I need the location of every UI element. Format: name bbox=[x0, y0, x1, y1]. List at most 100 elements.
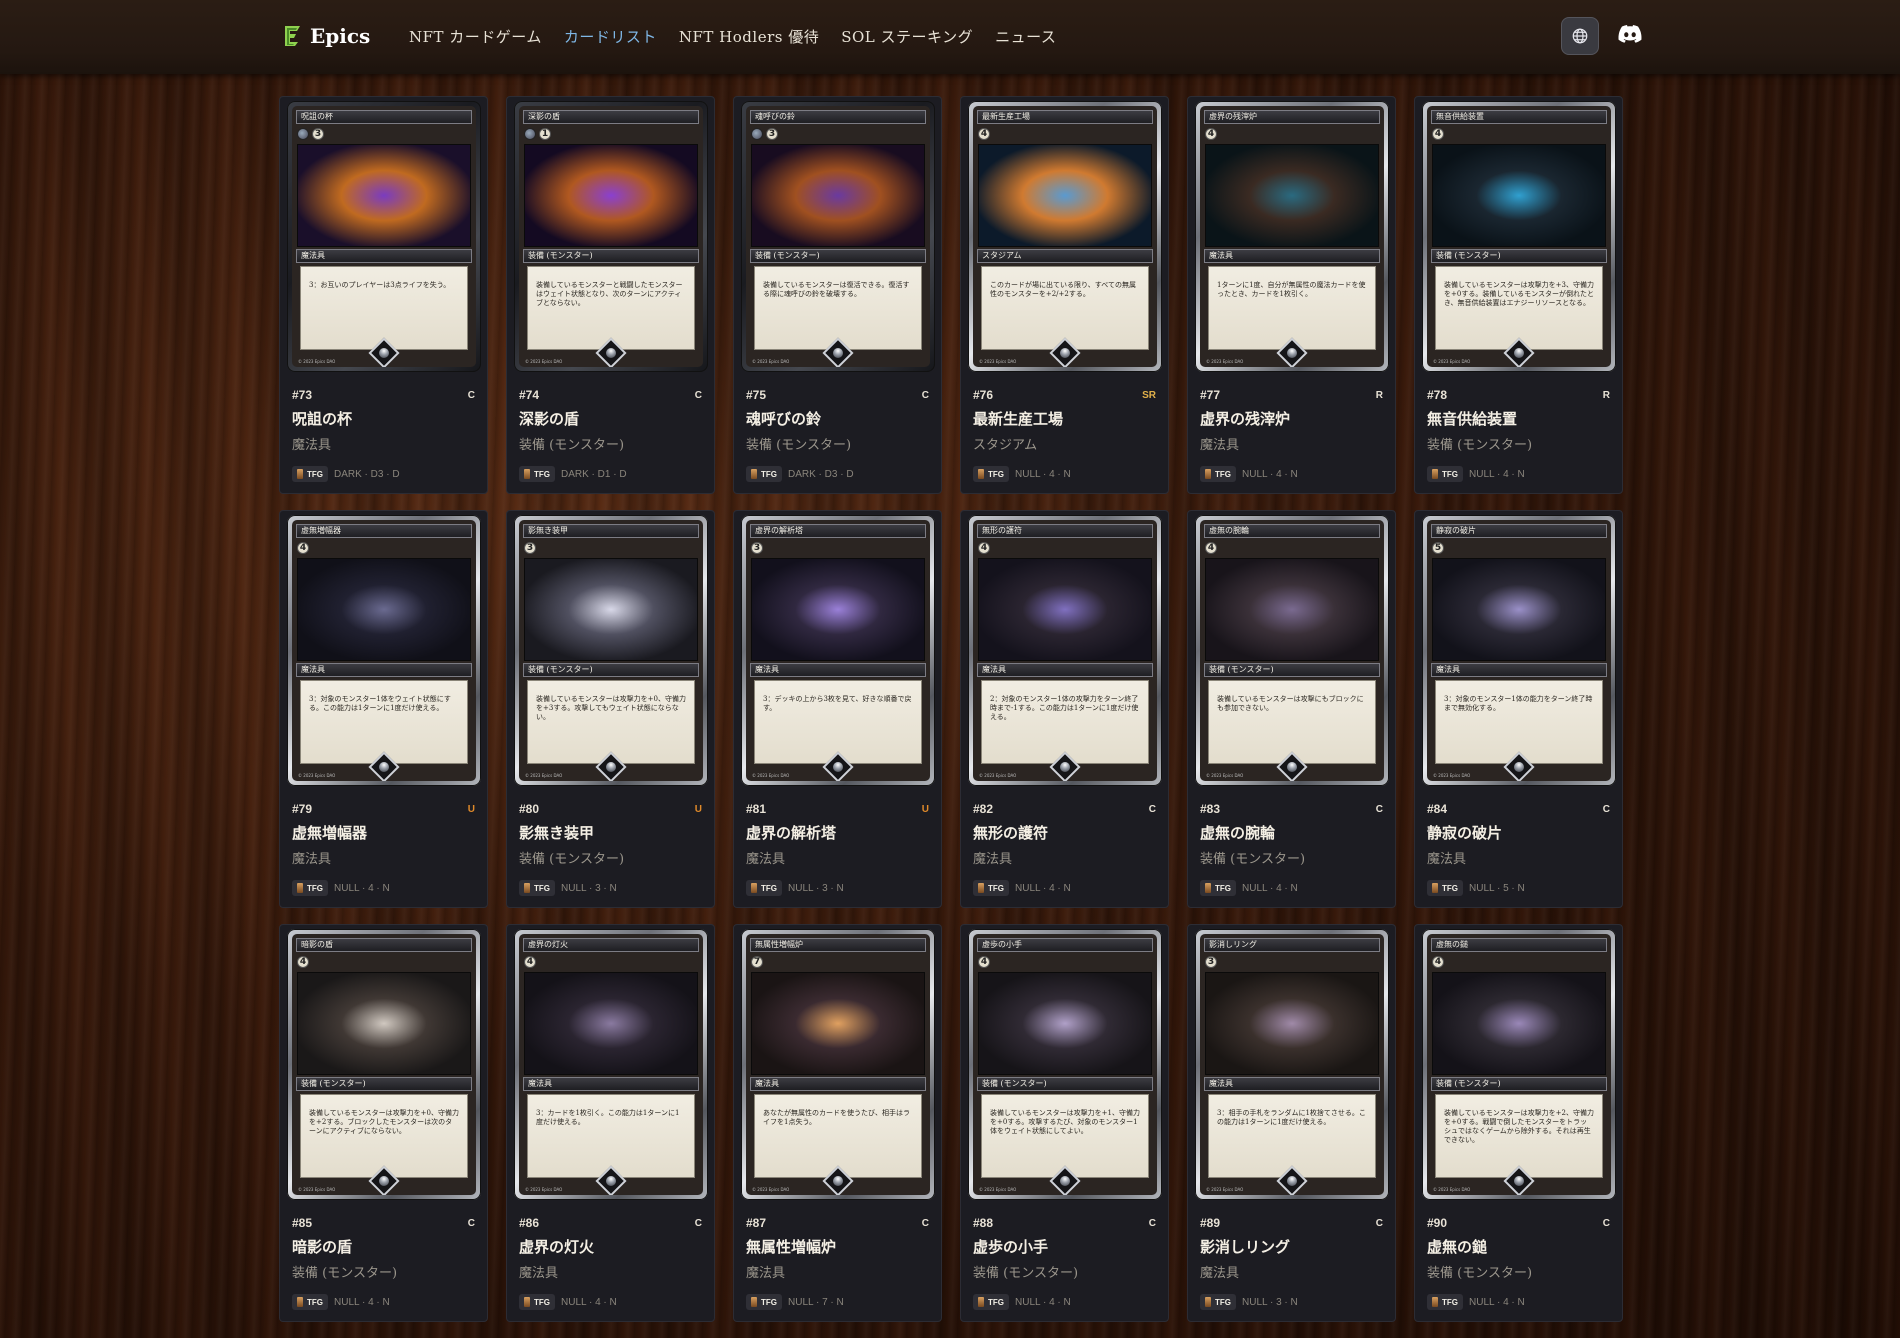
card-name[interactable]: 無形の護符 bbox=[973, 822, 1156, 843]
card-name[interactable]: 虚無増幅器 bbox=[292, 822, 475, 843]
card-number: #86 bbox=[519, 1216, 540, 1230]
card-image[interactable]: 虚歩の小手 4 装備 (モンスター) 装備しているモンスターは攻撃力を+1、守備力を+… bbox=[968, 929, 1162, 1200]
card-tile[interactable]: 呪詛の杯 3 魔法具 3：お互いのプレイヤーは3点ライフを失う。 © 2023 Epic… bbox=[279, 96, 488, 494]
card-type-bar: 魔法具 bbox=[1431, 663, 1607, 677]
card-tile[interactable]: 虚歩の小手 4 装備 (モンスター) 装備しているモンスターは攻撃力を+1、守備力を+… bbox=[960, 924, 1169, 1322]
set-icon bbox=[1432, 1297, 1438, 1307]
card-name[interactable]: 影消しリング bbox=[1200, 1236, 1383, 1257]
card-tile[interactable]: 影消しリング 3 魔法具 3：相手の手札をランダムに1枚捨てさせる。この能力は1ターン… bbox=[1187, 924, 1396, 1322]
card-image[interactable]: 虚界の灯火 4 魔法具 3：カードを1枚引く。この能力は1ターンに1度だけ使える。 © … bbox=[514, 929, 708, 1200]
card-attributes: NULL · 4 · N bbox=[1015, 882, 1071, 894]
card-name[interactable]: 無属性増幅炉 bbox=[746, 1236, 929, 1257]
nav-nft-card-game[interactable]: NFT カードゲーム bbox=[409, 26, 542, 47]
set-badge: TFG bbox=[746, 466, 782, 482]
set-badge: TFG bbox=[1200, 1294, 1236, 1310]
card-name[interactable]: 虚無の鎚 bbox=[1427, 1236, 1610, 1257]
card-image[interactable]: 影消しリング 3 魔法具 3：相手の手札をランダムに1枚捨てさせる。この能力は1ターン… bbox=[1195, 929, 1389, 1200]
card-image[interactable]: 無形の護符 4 魔法具 2：対象のモンスター1体の攻撃力をターン終了時まで-1する。こ… bbox=[968, 515, 1162, 786]
card-cost: 4 bbox=[297, 955, 309, 968]
card-artwork bbox=[297, 144, 471, 247]
card-name[interactable]: 虚界の解析塔 bbox=[746, 822, 929, 843]
card-footer-text: © 2023 Epics DAO bbox=[752, 1187, 790, 1192]
card-type: 装備 (モンスター) bbox=[1200, 852, 1306, 867]
card-image[interactable]: 虚無の鎚 4 装備 (モンスター) 装備しているモンスターは攻撃力を+2、守備力を+0… bbox=[1422, 929, 1616, 1200]
card-name[interactable]: 最新生産工場 bbox=[973, 408, 1156, 429]
card-face: 影消しリング 3 魔法具 3：相手の手札をランダムに1枚捨てさせる。この能力は1ターン… bbox=[1200, 934, 1384, 1195]
rarity-badge: C bbox=[1375, 803, 1383, 815]
rarity-badge: SR bbox=[1142, 389, 1156, 401]
card-number: #76 bbox=[973, 388, 994, 402]
card-attributes: DARK · D3 · D bbox=[334, 468, 400, 480]
card-tile[interactable]: 深影の盾 1 装備 (モンスター) 装備しているモンスターと戦闘したモンスターはウェイ… bbox=[506, 96, 715, 494]
card-tile[interactable]: 虚無の鎚 4 装備 (モンスター) 装備しているモンスターは攻撃力を+2、守備力を+0… bbox=[1414, 924, 1623, 1322]
card-name[interactable]: 暗影の盾 bbox=[292, 1236, 475, 1257]
card-type-bar: 魔法具 bbox=[750, 1077, 926, 1091]
card-title-bar: 暗影の盾 bbox=[296, 938, 472, 952]
card-name[interactable]: 影無き装甲 bbox=[519, 822, 702, 843]
set-badge: TFG bbox=[519, 880, 555, 896]
card-name[interactable]: 呪詛の杯 bbox=[292, 408, 475, 429]
card-artwork bbox=[978, 558, 1152, 661]
card-tile[interactable]: 影無き装甲 3 装備 (モンスター) 装備しているモンスターは攻撃力を+0、守備力を+… bbox=[506, 510, 715, 908]
set-icon bbox=[1432, 883, 1438, 893]
card-name[interactable]: 魂呼びの鈴 bbox=[746, 408, 929, 429]
card-image[interactable]: 虚界の解析塔 3 魔法具 3：デッキの上から3枚を見て、好きな順番で戻す。 © 2023… bbox=[741, 515, 935, 786]
card-tile[interactable]: 無属性増幅炉 7 魔法具 あなたが無属性のカードを使うたび、相手はライフを1点失う。 ©… bbox=[733, 924, 942, 1322]
nav-news[interactable]: ニュース bbox=[995, 26, 1056, 47]
set-badge: TFG bbox=[973, 466, 1009, 482]
card-tile[interactable]: 静寂の破片 5 魔法具 3：対象のモンスター1体の能力をターン終了時まで無効化する。 ©… bbox=[1414, 510, 1623, 908]
card-attributes: NULL · 3 · N bbox=[1242, 1296, 1298, 1308]
card-number: #85 bbox=[292, 1216, 313, 1230]
set-label: TFG bbox=[1215, 883, 1231, 893]
card-image[interactable]: 虚無の腕輪 4 装備 (モンスター) 装備しているモンスターは攻撃にもブロックにも参加… bbox=[1195, 515, 1389, 786]
card-image[interactable]: 魂呼びの鈴 3 装備 (モンスター) 装備しているモンスターは復活できる。復活する際に… bbox=[741, 101, 935, 372]
card-artwork bbox=[1205, 972, 1379, 1075]
set-icon bbox=[1432, 469, 1438, 479]
card-name[interactable]: 虚無の腕輪 bbox=[1200, 822, 1383, 843]
card-meta: #85 C 暗影の盾 装備 (モンスター) TFG NULL · 4 · N bbox=[292, 1216, 475, 1310]
card-image[interactable]: 無属性増幅炉 7 魔法具 あなたが無属性のカードを使うたび、相手はライフを1点失う。 ©… bbox=[741, 929, 935, 1200]
card-image[interactable]: 虚界の残滓炉 4 魔法具 1ターンに1度、自分が無属性の魔法カードを使ったとき、カード… bbox=[1195, 101, 1389, 372]
card-name[interactable]: 無音供給装置 bbox=[1427, 408, 1610, 429]
card-image[interactable]: 影無き装甲 3 装備 (モンスター) 装備しているモンスターは攻撃力を+0、守備力を+… bbox=[514, 515, 708, 786]
card-name[interactable]: 虚界の残滓炉 bbox=[1200, 408, 1383, 429]
card-tile[interactable]: 虚界の残滓炉 4 魔法具 1ターンに1度、自分が無属性の魔法カードを使ったとき、カード… bbox=[1187, 96, 1396, 494]
card-image[interactable]: 静寂の破片 5 魔法具 3：対象のモンスター1体の能力をターン終了時まで無効化する。 ©… bbox=[1422, 515, 1616, 786]
card-meta: #86 C 虚界の灯火 魔法具 TFG NULL · 4 · N bbox=[519, 1216, 702, 1310]
card-meta: #82 C 無形の護符 魔法具 TFG NULL · 4 · N bbox=[973, 802, 1156, 896]
card-tile[interactable]: 虚無の腕輪 4 装備 (モンスター) 装備しているモンスターは攻撃にもブロックにも参加… bbox=[1187, 510, 1396, 908]
card-meta: #73 C 呪詛の杯 魔法具 TFG DARK · D3 · D bbox=[292, 388, 475, 482]
card-tile[interactable]: 無音供給装置 4 装備 (モンスター) 装備しているモンスターは攻撃力を+3、守備力を… bbox=[1414, 96, 1623, 494]
card-tile[interactable]: 虚界の解析塔 3 魔法具 3：デッキの上から3枚を見て、好きな順番で戻す。 © 2023… bbox=[733, 510, 942, 908]
card-number: #78 bbox=[1427, 388, 1448, 402]
language-button[interactable] bbox=[1561, 17, 1599, 55]
card-name[interactable]: 虚界の灯火 bbox=[519, 1236, 702, 1257]
card-number: #75 bbox=[746, 388, 767, 402]
nav-card-list[interactable]: カードリスト bbox=[564, 26, 657, 47]
epics-logo[interactable]: Epics bbox=[282, 24, 370, 48]
card-image[interactable]: 最新生産工場 4 スタジアム このカードが場に出ている限り、すべての無属性のモンスター… bbox=[968, 101, 1162, 372]
card-name[interactable]: 静寂の破片 bbox=[1427, 822, 1610, 843]
card-tile[interactable]: 最新生産工場 4 スタジアム このカードが場に出ている限り、すべての無属性のモンスター… bbox=[960, 96, 1169, 494]
card-cost-area: 4 bbox=[1432, 127, 1444, 140]
discord-link[interactable] bbox=[1618, 24, 1642, 44]
card-image[interactable]: 虚無増幅器 4 魔法具 3：対象のモンスター1体をウェイト状態にする。この能力は1ター… bbox=[287, 515, 481, 786]
card-name[interactable]: 虚歩の小手 bbox=[973, 1236, 1156, 1257]
card-tile[interactable]: 無形の護符 4 魔法具 2：対象のモンスター1体の攻撃力をターン終了時まで-1する。こ… bbox=[960, 510, 1169, 908]
card-image[interactable]: 深影の盾 1 装備 (モンスター) 装備しているモンスターと戦闘したモンスターはウェイ… bbox=[514, 101, 708, 372]
card-tile[interactable]: 魂呼びの鈴 3 装備 (モンスター) 装備しているモンスターは復活できる。復活する際に… bbox=[733, 96, 942, 494]
set-badge: TFG bbox=[1427, 880, 1463, 896]
rarity-badge: C bbox=[694, 389, 702, 401]
card-name[interactable]: 深影の盾 bbox=[519, 408, 702, 429]
card-attributes: NULL · 4 · N bbox=[1242, 882, 1298, 894]
card-tile[interactable]: 虚無増幅器 4 魔法具 3：対象のモンスター1体をウェイト状態にする。この能力は1ター… bbox=[279, 510, 488, 908]
card-image[interactable]: 無音供給装置 4 装備 (モンスター) 装備しているモンスターは攻撃力を+3、守備力を… bbox=[1422, 101, 1616, 372]
card-image[interactable]: 呪詛の杯 3 魔法具 3：お互いのプレイヤーは3点ライフを失う。 © 2023 Epic… bbox=[287, 101, 481, 372]
nav-nft-hodlers-benefits[interactable]: NFT Hodlers 優待 bbox=[679, 26, 819, 47]
card-face: 魂呼びの鈴 3 装備 (モンスター) 装備しているモンスターは復活できる。復活する際に… bbox=[746, 106, 930, 367]
card-image[interactable]: 暗影の盾 4 装備 (モンスター) 装備しているモンスターは攻撃力を+0、守備力を+2… bbox=[287, 929, 481, 1200]
nav-sol-staking[interactable]: SOL ステーキング bbox=[841, 26, 973, 47]
card-artwork bbox=[978, 972, 1152, 1075]
card-tile[interactable]: 暗影の盾 4 装備 (モンスター) 装備しているモンスターは攻撃力を+0、守備力を+2… bbox=[279, 924, 488, 1322]
card-tile[interactable]: 虚界の灯火 4 魔法具 3：カードを1枚引く。この能力は1ターンに1度だけ使える。 © … bbox=[506, 924, 715, 1322]
